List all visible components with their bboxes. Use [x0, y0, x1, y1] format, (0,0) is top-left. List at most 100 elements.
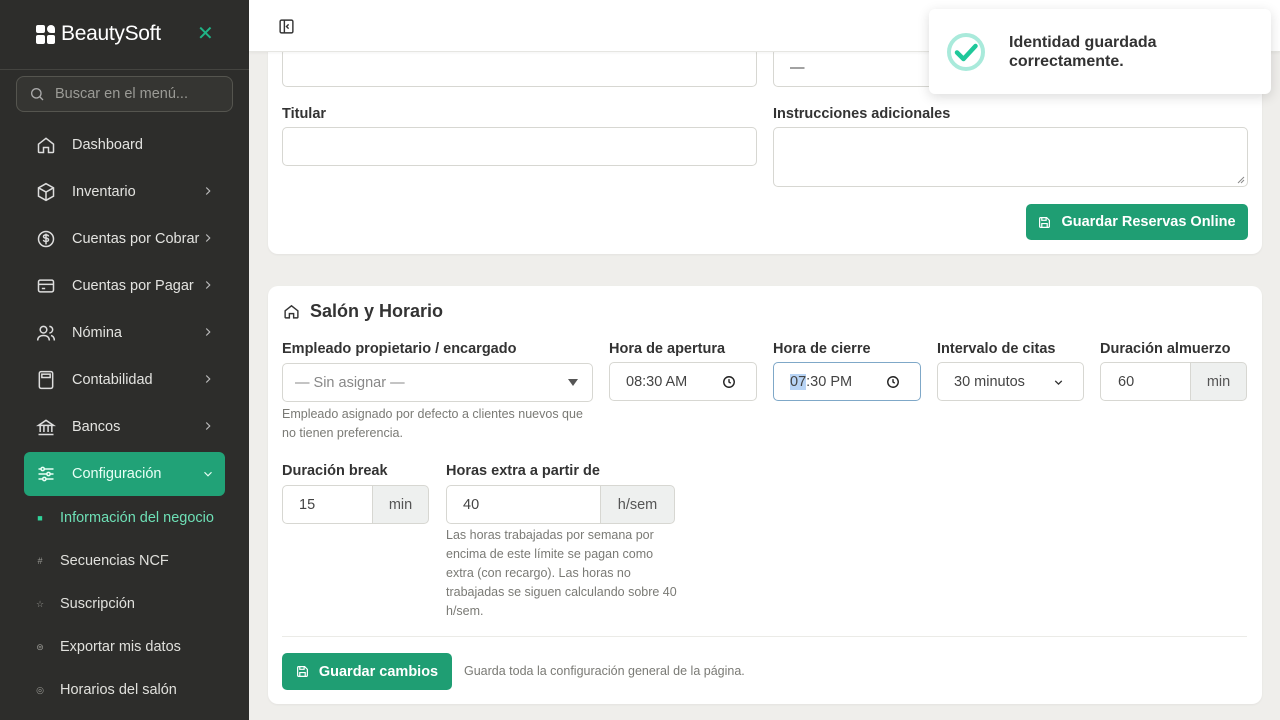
sidebar-item-bancos[interactable]: Bancos	[24, 406, 225, 448]
toggle-sidebar-button[interactable]	[278, 18, 295, 40]
clock-icon[interactable]	[722, 375, 736, 389]
interval-label: Intervalo de citas	[937, 341, 1056, 357]
interval-value: 30 minutos	[954, 373, 1025, 390]
menu-search	[16, 76, 233, 112]
owner-select[interactable]: — Sin asignar —	[282, 363, 593, 402]
section-title: Salón y Horario	[310, 301, 444, 321]
brand-name: BeautySoft	[61, 22, 161, 45]
sidebar-item-nomina[interactable]: Nómina	[24, 312, 225, 354]
sub-item-label: Información del negocio	[60, 510, 214, 526]
sidebar-item-cuentas-cobrar[interactable]: Cuentas por Cobrar	[24, 218, 225, 260]
titular-input[interactable]	[282, 127, 757, 166]
caret-down-icon	[568, 379, 578, 386]
sub-item-label: Suscripción	[60, 596, 135, 612]
sub-item-horarios-salon[interactable]: ◎ Horarios del salón	[36, 682, 177, 698]
menu-search-input[interactable]	[55, 86, 215, 102]
chevron-down-icon	[1054, 380, 1063, 386]
break-label: Duración break	[282, 463, 388, 479]
success-toast[interactable]: Identidad guardada correctamente.	[929, 9, 1271, 94]
sidebar-item-dashboard[interactable]: Dashboard	[24, 124, 225, 166]
sub-item-secuencias-ncf[interactable]: # Secuencias NCF	[36, 553, 168, 569]
lunch-unit: min	[1191, 362, 1247, 401]
calculator-icon	[38, 370, 54, 390]
check-circle-icon	[947, 33, 985, 71]
sidebar-toggle-icon	[279, 19, 294, 34]
database-icon: ⊜	[36, 641, 44, 652]
owner-label: Empleado propietario / encargado	[282, 341, 517, 357]
close-time-rest: :30 PM	[806, 373, 853, 390]
overtime-value: 40	[463, 496, 480, 513]
salon-horario-card: Salón y Horario Empleado propietario / e…	[268, 286, 1262, 704]
credit-card-icon	[37, 279, 55, 293]
search-icon	[31, 88, 44, 101]
sidebar-item-configuracion[interactable]: Configuración	[24, 452, 225, 496]
sidebar-item-label: Bancos	[72, 419, 121, 435]
sidebar-divider	[0, 69, 249, 70]
button-label: Guardar cambios	[318, 663, 439, 680]
interval-select[interactable]: 30 minutos	[937, 362, 1084, 401]
chevron-down-icon	[204, 471, 212, 477]
close-time-label: Hora de cierre	[773, 341, 871, 357]
break-value: 15	[299, 496, 316, 513]
open-time-input[interactable]: 08:30 AM	[609, 362, 757, 401]
save-reservas-button[interactable]: Guardar Reservas Online	[1026, 204, 1248, 240]
sub-item-label: Exportar mis datos	[60, 639, 181, 655]
break-unit: min	[373, 485, 429, 524]
instructions-textarea[interactable]	[773, 127, 1248, 187]
sidebar-item-label: Cuentas por Cobrar	[72, 231, 200, 247]
sub-item-suscripcion[interactable]: ☆ Suscripción	[36, 596, 135, 612]
sub-item-exportar-datos[interactable]: ⊜ Exportar mis datos	[36, 639, 181, 655]
home-icon	[284, 304, 299, 319]
sub-item-informacion-negocio[interactable]: ■ Información del negocio	[36, 510, 214, 526]
titular-label: Titular	[282, 106, 327, 122]
lunch-value: 60	[1118, 373, 1135, 390]
clock-icon: ◎	[36, 684, 44, 695]
clock-icon[interactable]	[886, 375, 900, 389]
sidebar: BeautySoft ✕ Dashboard Inventario Cuenta…	[0, 0, 249, 720]
owner-help: Empleado asignado por defecto a clientes…	[282, 407, 583, 440]
save-changes-button[interactable]: Guardar cambios	[282, 653, 452, 690]
sidebar-item-contabilidad[interactable]: Contabilidad	[24, 359, 225, 401]
sidebar-item-label: Inventario	[72, 184, 136, 200]
overtime-unit: h/sem	[601, 485, 675, 524]
field-value: —	[790, 59, 805, 76]
save-help: Guarda toda la configuración general de …	[464, 664, 745, 678]
overtime-help: Las horas trabajadas por semana por enci…	[446, 528, 677, 618]
save-icon	[1039, 216, 1051, 228]
reservas-field-partial-left[interactable]	[282, 48, 757, 87]
dollar-icon	[37, 230, 55, 248]
sliders-icon	[38, 466, 54, 482]
reservas-field-partial-right[interactable]: —	[773, 48, 953, 87]
star-icon: ☆	[36, 598, 45, 609]
break-input[interactable]: 15	[282, 485, 373, 524]
instructions-label: Instrucciones adicionales	[773, 106, 951, 122]
chevron-right-icon	[205, 234, 211, 242]
lunch-input[interactable]: 60	[1100, 362, 1191, 401]
chevron-right-icon	[205, 328, 211, 336]
brand-logo-icon	[36, 24, 55, 44]
owner-select-value: — Sin asignar —	[295, 374, 405, 391]
overtime-label: Horas extra a partir de	[446, 463, 600, 479]
sidebar-item-label: Nómina	[72, 325, 122, 341]
chevron-right-icon	[205, 187, 211, 195]
sidebar-item-label: Cuentas por Pagar	[72, 278, 194, 294]
close-hour-segment[interactable]: 07	[790, 373, 807, 390]
lunch-label: Duración almuerzo	[1100, 341, 1231, 357]
box-icon	[37, 182, 55, 202]
hash-icon: #	[37, 556, 43, 566]
sidebar-item-cuentas-pagar[interactable]: Cuentas por Pagar	[24, 265, 225, 307]
brand[interactable]: BeautySoft	[36, 22, 161, 46]
save-icon	[296, 666, 308, 677]
overtime-input[interactable]: 40	[446, 485, 601, 524]
open-time-value: 08:30 AM	[626, 373, 688, 390]
sub-item-label: Horarios del salón	[60, 682, 177, 698]
close-time-input[interactable]: 07:30 PM	[773, 362, 921, 401]
bank-icon	[36, 419, 56, 436]
sidebar-item-inventario[interactable]: Inventario	[24, 171, 225, 213]
resize-handle-icon[interactable]	[1237, 176, 1245, 184]
open-time-label: Hora de apertura	[609, 341, 726, 357]
close-sidebar-icon[interactable]: ✕	[197, 24, 214, 44]
toast-message: Identidad guardada correctamente.	[1009, 34, 1157, 70]
bullet-icon: ■	[37, 513, 43, 523]
button-label: Guardar Reservas Online	[1061, 214, 1236, 230]
